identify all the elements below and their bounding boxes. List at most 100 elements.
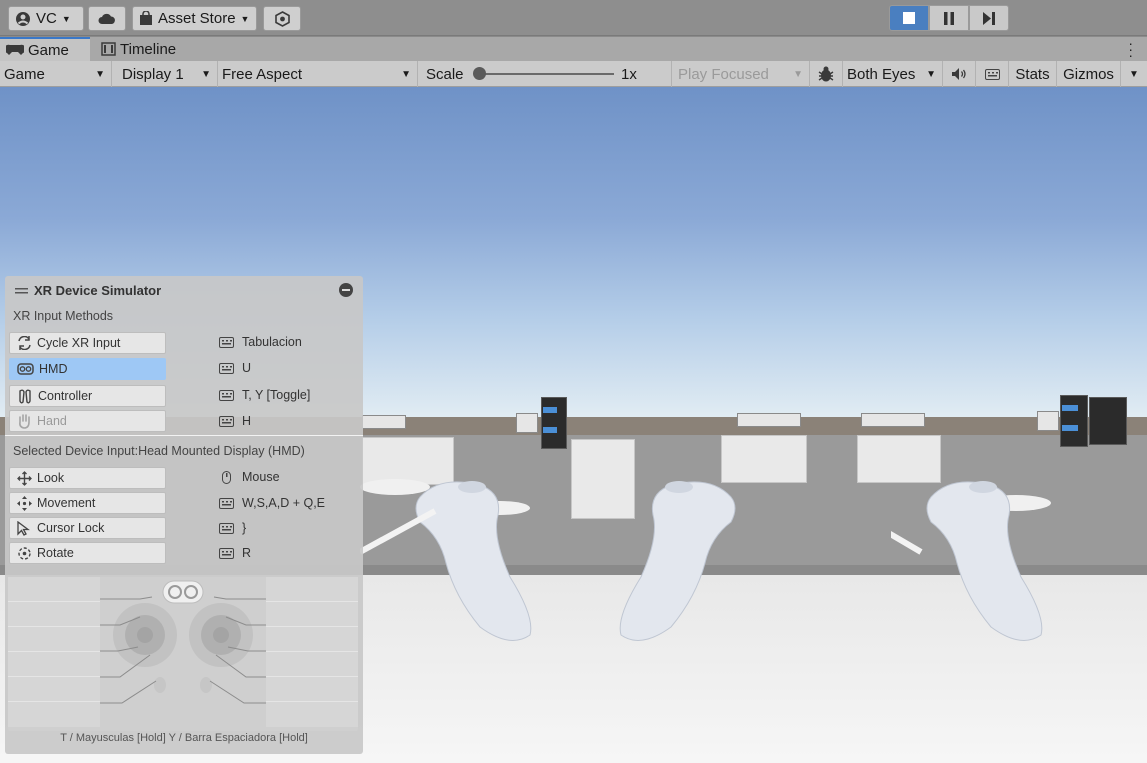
scale-slider-track[interactable] — [482, 73, 614, 75]
section-device-input: Selected Device Input:Head Mounted Displ… — [13, 444, 305, 458]
method-shortcut: U — [219, 361, 251, 375]
main-toolbar: VC ▼ Asset Store ▼ — [0, 0, 1147, 36]
section-divider — [5, 435, 363, 436]
scale-slider-handle[interactable] — [473, 67, 486, 80]
scene-tag — [1062, 425, 1078, 431]
hand-icon — [19, 414, 30, 429]
stop-button[interactable] — [889, 5, 929, 31]
rotate-button[interactable]: Rotate — [9, 542, 166, 564]
simulator-header[interactable]: XR Device Simulator — [15, 283, 161, 298]
shortcut-key: T, Y [Toggle] — [242, 388, 311, 402]
controller-icon — [19, 389, 31, 403]
input-shortcut: Mouse — [219, 470, 280, 484]
input-label: Look — [37, 471, 65, 485]
look-button[interactable]: Look — [9, 467, 166, 489]
shortcut-key: Tabulacion — [242, 335, 302, 349]
controller-diagram — [8, 577, 358, 731]
input-label: Rotate — [37, 546, 74, 560]
scene-panel-dark — [1089, 397, 1127, 445]
controller-button[interactable]: Controller — [9, 385, 166, 407]
shortcut-key: U — [242, 361, 252, 375]
gizmos-dropdown[interactable]: ▼ — [1121, 61, 1147, 87]
scene-tag — [543, 427, 557, 433]
controller-model-right — [891, 481, 1043, 641]
mouse-icon — [222, 470, 231, 484]
package-button[interactable] — [263, 6, 301, 31]
method-shortcut: H — [219, 414, 251, 428]
shortcut-key: R — [242, 546, 252, 560]
right-eye-view[interactable] — [571, 87, 1147, 763]
input-shortcut: } — [219, 521, 246, 535]
shopping-bag-icon — [140, 11, 152, 25]
display-dropdown[interactable]: Display 1 ▼ — [112, 61, 218, 87]
keyboard-icon — [219, 389, 234, 401]
method-label: Hand — [37, 414, 67, 428]
audio-mute-button[interactable] — [943, 61, 976, 87]
sky — [571, 87, 1147, 417]
controllers-illustration — [100, 580, 266, 704]
gizmos-button[interactable]: Gizmos — [1057, 61, 1121, 87]
speaker-icon — [952, 68, 966, 80]
cursor-lock-button[interactable]: Cursor Lock — [9, 517, 166, 539]
account-dropdown[interactable]: VC ▼ — [8, 6, 84, 31]
game-view-toolbar: Game ▼ Display 1 ▼ Free Aspect ▼ Scale 1… — [0, 61, 1147, 87]
drag-handle-icon[interactable] — [15, 287, 28, 295]
collapse-icon[interactable] — [339, 283, 353, 297]
tab-timeline[interactable]: Timeline — [95, 37, 195, 61]
chevron-down-icon: ▼ — [201, 68, 211, 80]
step-button[interactable] — [969, 5, 1009, 31]
controller-model — [360, 481, 532, 641]
game-mode-dropdown[interactable]: Game ▼ — [0, 61, 112, 87]
scale-label: Scale — [426, 65, 464, 83]
scene-sign — [737, 413, 801, 427]
hmd-button[interactable]: HMD — [9, 358, 166, 380]
keyboard-shortcuts-button[interactable] — [976, 61, 1009, 87]
input-label: Movement — [37, 496, 96, 510]
method-label: HMD — [39, 362, 68, 376]
scene-tag — [1062, 405, 1078, 411]
rotate-icon — [18, 546, 31, 560]
diagram-left-labels — [8, 577, 100, 731]
keyboard-icon — [219, 415, 234, 427]
movement-button[interactable]: Movement — [9, 492, 166, 514]
cursor-icon — [17, 520, 30, 536]
stats-button[interactable]: Stats — [1009, 61, 1057, 87]
shortcut-key: Mouse — [242, 470, 280, 484]
debug-button[interactable] — [810, 61, 843, 87]
play-focused-dropdown[interactable]: Play Focused ▼ — [672, 61, 810, 87]
input-shortcut: R — [219, 546, 251, 560]
cloud-button[interactable] — [88, 6, 126, 31]
shortcut-key: H — [242, 414, 252, 428]
eyes-dropdown[interactable]: Both Eyes ▼ — [843, 61, 943, 87]
tab-game[interactable]: Game — [0, 37, 90, 61]
gizmos-label: Gizmos — [1063, 65, 1114, 83]
chevron-down-icon: ▼ — [926, 68, 936, 80]
chevron-down-icon: ▼ — [1129, 68, 1139, 80]
section-input-methods: XR Input Methods — [13, 309, 114, 323]
more-options-icon[interactable]: · · · — [1128, 36, 1133, 62]
scene-sign — [362, 415, 406, 429]
xr-device-simulator-panel: XR Device Simulator XR Input Methods Cyc… — [5, 276, 363, 754]
cycle-xr-input-button[interactable]: Cycle XR Input — [9, 332, 166, 354]
pause-button[interactable] — [929, 5, 969, 31]
input-label: Cursor Lock — [37, 521, 105, 535]
scene-panel-dark — [541, 397, 567, 449]
display-value: Display 1 — [122, 65, 184, 83]
stats-label: Stats — [1015, 65, 1050, 83]
aspect-dropdown[interactable]: Free Aspect ▼ — [218, 61, 418, 87]
play-controls — [889, 5, 1009, 31]
chevron-down-icon: ▼ — [95, 68, 105, 80]
scale-value: 1x — [621, 65, 637, 83]
simulator-footer: T / Mayusculas [Hold] Y / Barra Espaciad… — [60, 732, 308, 744]
scene-panel-dark — [1060, 395, 1088, 447]
keyboard-icon — [219, 497, 234, 509]
tab-bar: Game Timeline · · · — [0, 36, 1147, 62]
bug-icon — [818, 66, 834, 82]
timeline-icon — [101, 42, 116, 56]
asset-store-dropdown[interactable]: Asset Store ▼ — [132, 6, 257, 31]
asset-store-label: Asset Store — [158, 10, 236, 27]
hand-button[interactable]: Hand — [9, 410, 166, 432]
step-icon — [983, 11, 995, 25]
keyboard-icon — [984, 68, 1000, 80]
account-label: VC — [36, 10, 57, 27]
